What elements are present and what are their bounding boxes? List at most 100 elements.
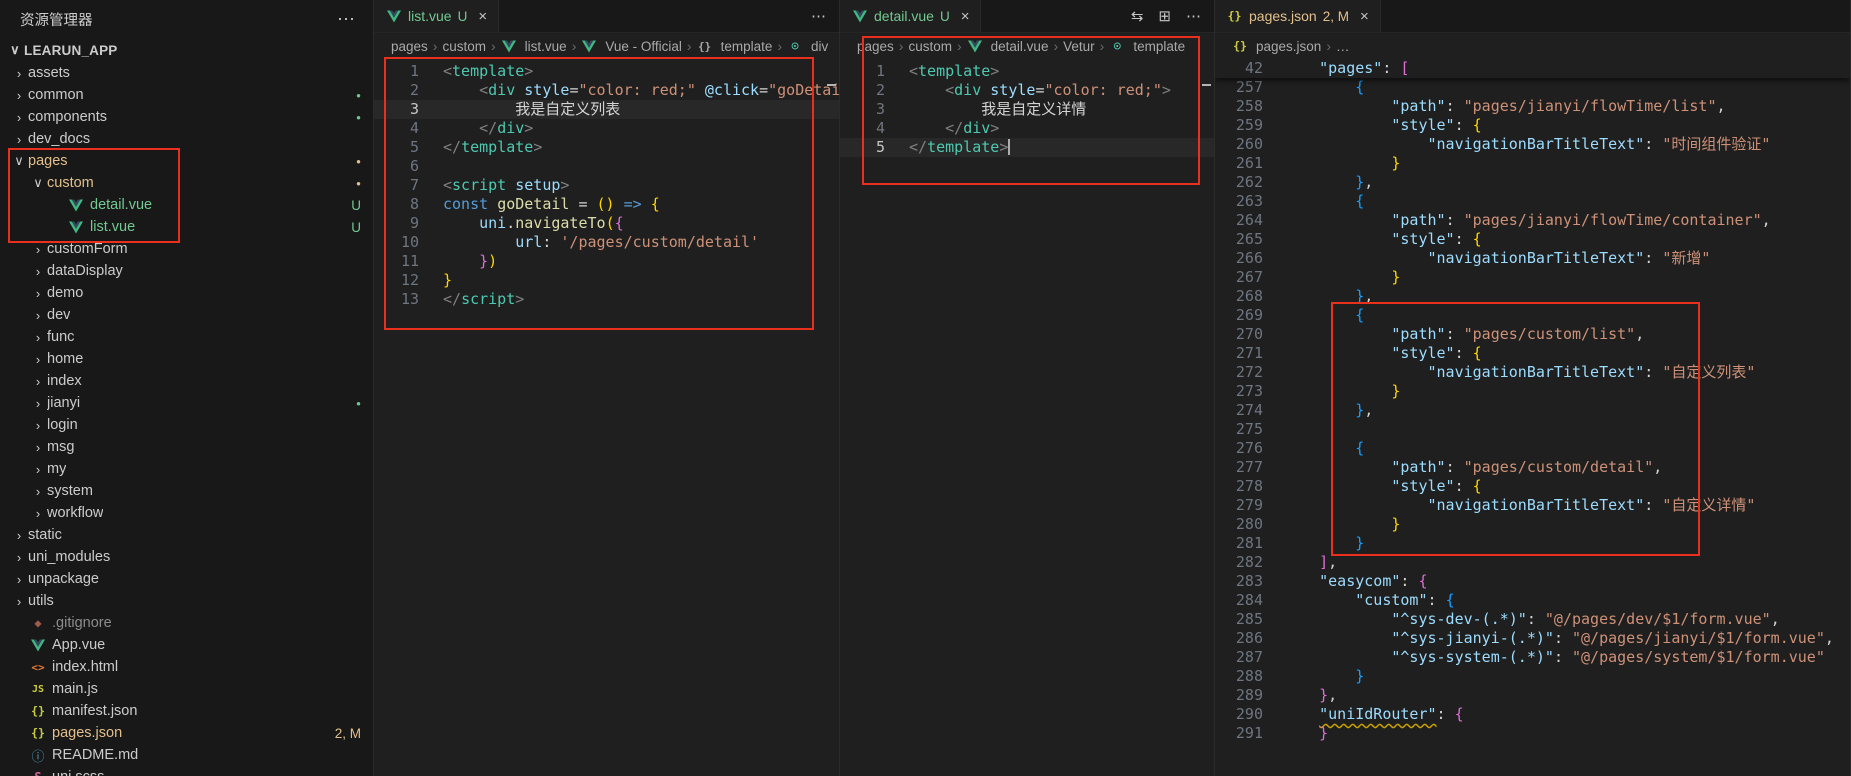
code-line[interactable]: 8const goDetail = () => { [374, 195, 839, 214]
code-line[interactable]: 273 } [1215, 382, 1850, 401]
tree-item-uni_modules[interactable]: ›uni_modules [0, 546, 373, 568]
more-actions-icon[interactable]: ⋯ [337, 10, 355, 28]
breadcrumb-item-pages[interactable]: pages [857, 39, 894, 54]
tree-item-list.vue[interactable]: list.vueU [0, 216, 373, 238]
project-root-row[interactable]: ∨ LEARUN_APP [0, 38, 373, 62]
tree-item-manifest.json[interactable]: {}manifest.json [0, 700, 373, 722]
code-line[interactable]: 286 "^sys-jianyi-(.*)": "@/pages/jianyi/… [1215, 629, 1850, 648]
tree-item-func[interactable]: ›func [0, 326, 373, 348]
tree-item-home[interactable]: ›home [0, 348, 373, 370]
close-tab-icon[interactable]: × [1360, 8, 1369, 25]
more-actions-icon[interactable]: ⋯ [811, 7, 826, 25]
breadcrumb-item-Vue - Official[interactable]: Vue - Official [581, 39, 682, 54]
code-line[interactable]: 9 uni.navigateTo({ [374, 214, 839, 233]
code-line[interactable]: 1<template> [374, 62, 839, 81]
breadcrumb-item-custom[interactable]: custom [908, 39, 952, 54]
code-line[interactable]: 260 "navigationBarTitleText": "时间组件验证" [1215, 135, 1850, 154]
tab-list-vue[interactable]: list.vueU× [374, 0, 499, 32]
code-line[interactable]: 266 "navigationBarTitleText": "新增" [1215, 249, 1850, 268]
more-actions-icon[interactable]: ⋯ [1186, 7, 1201, 25]
tree-item-.gitignore[interactable]: ◆.gitignore [0, 612, 373, 634]
code-line[interactable]: 269 { [1215, 306, 1850, 325]
code-line[interactable]: 3 我是自定义列表 [374, 100, 839, 119]
code-line[interactable]: 276 { [1215, 439, 1850, 458]
code-line[interactable]: 265 "style": { [1215, 230, 1850, 249]
code-line[interactable]: 268 }, [1215, 287, 1850, 306]
code-line[interactable]: 1<template> [840, 62, 1214, 81]
code-line[interactable]: 263 { [1215, 192, 1850, 211]
code-area[interactable]: 42 "pages": [257 {258 "path": "pages/jia… [1215, 59, 1850, 776]
tree-item-components[interactable]: ›components● [0, 106, 373, 128]
breadcrumb-item-list.vue[interactable]: list.vue [501, 39, 567, 54]
tree-item-dev_docs[interactable]: ›dev_docs [0, 128, 373, 150]
code-line[interactable]: 272 "navigationBarTitleText": "自定义列表" [1215, 363, 1850, 382]
tree-item-system[interactable]: ›system [0, 480, 373, 502]
code-line[interactable]: 2 <div style="color: red;" @click="goDet… [374, 81, 839, 100]
code-line[interactable]: 5</template> [374, 138, 839, 157]
tree-item-jianyi[interactable]: ›jianyi● [0, 392, 373, 414]
breadcrumb-item-template[interactable]: ⊙template [1109, 39, 1185, 54]
code-line[interactable]: 2 <div style="color: red;"> [840, 81, 1214, 100]
tree-item-custom[interactable]: ∨custom● [0, 172, 373, 194]
sticky-line[interactable]: 42 "pages": [ [1215, 59, 1850, 78]
breadcrumb-item-pages.json[interactable]: {}pages.json [1232, 39, 1321, 54]
code-line[interactable]: 7<script setup> [374, 176, 839, 195]
tree-item-dataDisplay[interactable]: ›dataDisplay [0, 260, 373, 282]
code-line[interactable]: 257 { [1215, 78, 1850, 97]
breadcrumb-item-custom[interactable]: custom [442, 39, 486, 54]
code-line[interactable]: 11 }) [374, 252, 839, 271]
code-line[interactable]: 10 url: '/pages/custom/detail' [374, 233, 839, 252]
code-line[interactable]: 285 "^sys-dev-(.*)": "@/pages/dev/$1/for… [1215, 610, 1850, 629]
tree-item-utils[interactable]: ›utils [0, 590, 373, 612]
tree-item-unpackage[interactable]: ›unpackage [0, 568, 373, 590]
code-line[interactable]: 281 } [1215, 534, 1850, 553]
code-line[interactable]: 274 }, [1215, 401, 1850, 420]
tree-item-uni.scss[interactable]: Suni.scss [0, 766, 373, 776]
code-line[interactable]: 282 ], [1215, 553, 1850, 572]
code-line[interactable]: 4 </div> [374, 119, 839, 138]
breadcrumb-item-detail.vue[interactable]: detail.vue [967, 39, 1049, 54]
tree-item-dev[interactable]: ›dev [0, 304, 373, 326]
code-area[interactable]: 1<template>2 <div style="color: red;" @c… [374, 59, 839, 776]
breadcrumb-item-…[interactable]: … [1336, 39, 1350, 54]
code-line[interactable]: 270 "path": "pages/custom/list", [1215, 325, 1850, 344]
breadcrumb-item-div[interactable]: ⊙div [787, 39, 828, 54]
code-line[interactable]: 3 我是自定义详情 [840, 100, 1214, 119]
tree-item-login[interactable]: ›login [0, 414, 373, 436]
split-editor-icon[interactable]: ⊞ [1158, 7, 1171, 25]
tree-item-main.js[interactable]: JSmain.js [0, 678, 373, 700]
code-line[interactable]: 289 }, [1215, 686, 1850, 705]
code-line[interactable]: 267 } [1215, 268, 1850, 287]
code-line[interactable]: 258 "path": "pages/jianyi/flowTime/list"… [1215, 97, 1850, 116]
tree-item-App.vue[interactable]: App.vue [0, 634, 373, 656]
tree-item-pages.json[interactable]: {}pages.json2, M [0, 722, 373, 744]
code-line[interactable]: 284 "custom": { [1215, 591, 1850, 610]
code-line[interactable]: 262 }, [1215, 173, 1850, 192]
close-tab-icon[interactable]: × [478, 8, 487, 25]
code-area[interactable]: 1<template>2 <div style="color: red;">3 … [840, 59, 1214, 776]
tree-item-pages[interactable]: ∨pages● [0, 150, 373, 172]
code-line[interactable]: 279 "navigationBarTitleText": "自定义详情" [1215, 496, 1850, 515]
code-line[interactable]: 290 "uniIdRouter": { [1215, 705, 1850, 724]
code-line[interactable]: 259 "style": { [1215, 116, 1850, 135]
code-line[interactable]: 271 "style": { [1215, 344, 1850, 363]
close-tab-icon[interactable]: × [961, 8, 970, 25]
tree-item-index.html[interactable]: <>index.html [0, 656, 373, 678]
tree-item-detail.vue[interactable]: detail.vueU [0, 194, 373, 216]
breadcrumb-item-Vetur[interactable]: Vetur [1063, 39, 1095, 54]
tree-item-common[interactable]: ›common● [0, 84, 373, 106]
code-line[interactable]: 283 "easycom": { [1215, 572, 1850, 591]
tab-detail-vue[interactable]: detail.vueU× [840, 0, 981, 32]
code-line[interactable]: 278 "style": { [1215, 477, 1850, 496]
code-line[interactable]: 275 [1215, 420, 1850, 439]
compare-changes-icon[interactable]: ⇆ [1131, 7, 1144, 25]
tree-item-static[interactable]: ›static [0, 524, 373, 546]
code-line[interactable]: 6 [374, 157, 839, 176]
breadcrumb-item-pages[interactable]: pages [391, 39, 428, 54]
code-line[interactable]: 261 } [1215, 154, 1850, 173]
code-line[interactable]: 287 "^sys-system-(.*)": "@/pages/system/… [1215, 648, 1850, 667]
code-line[interactable]: 280 } [1215, 515, 1850, 534]
code-line[interactable]: 277 "path": "pages/custom/detail", [1215, 458, 1850, 477]
code-line[interactable]: 12} [374, 271, 839, 290]
tab-pages-json[interactable]: {}pages.json2, M× [1215, 0, 1381, 32]
